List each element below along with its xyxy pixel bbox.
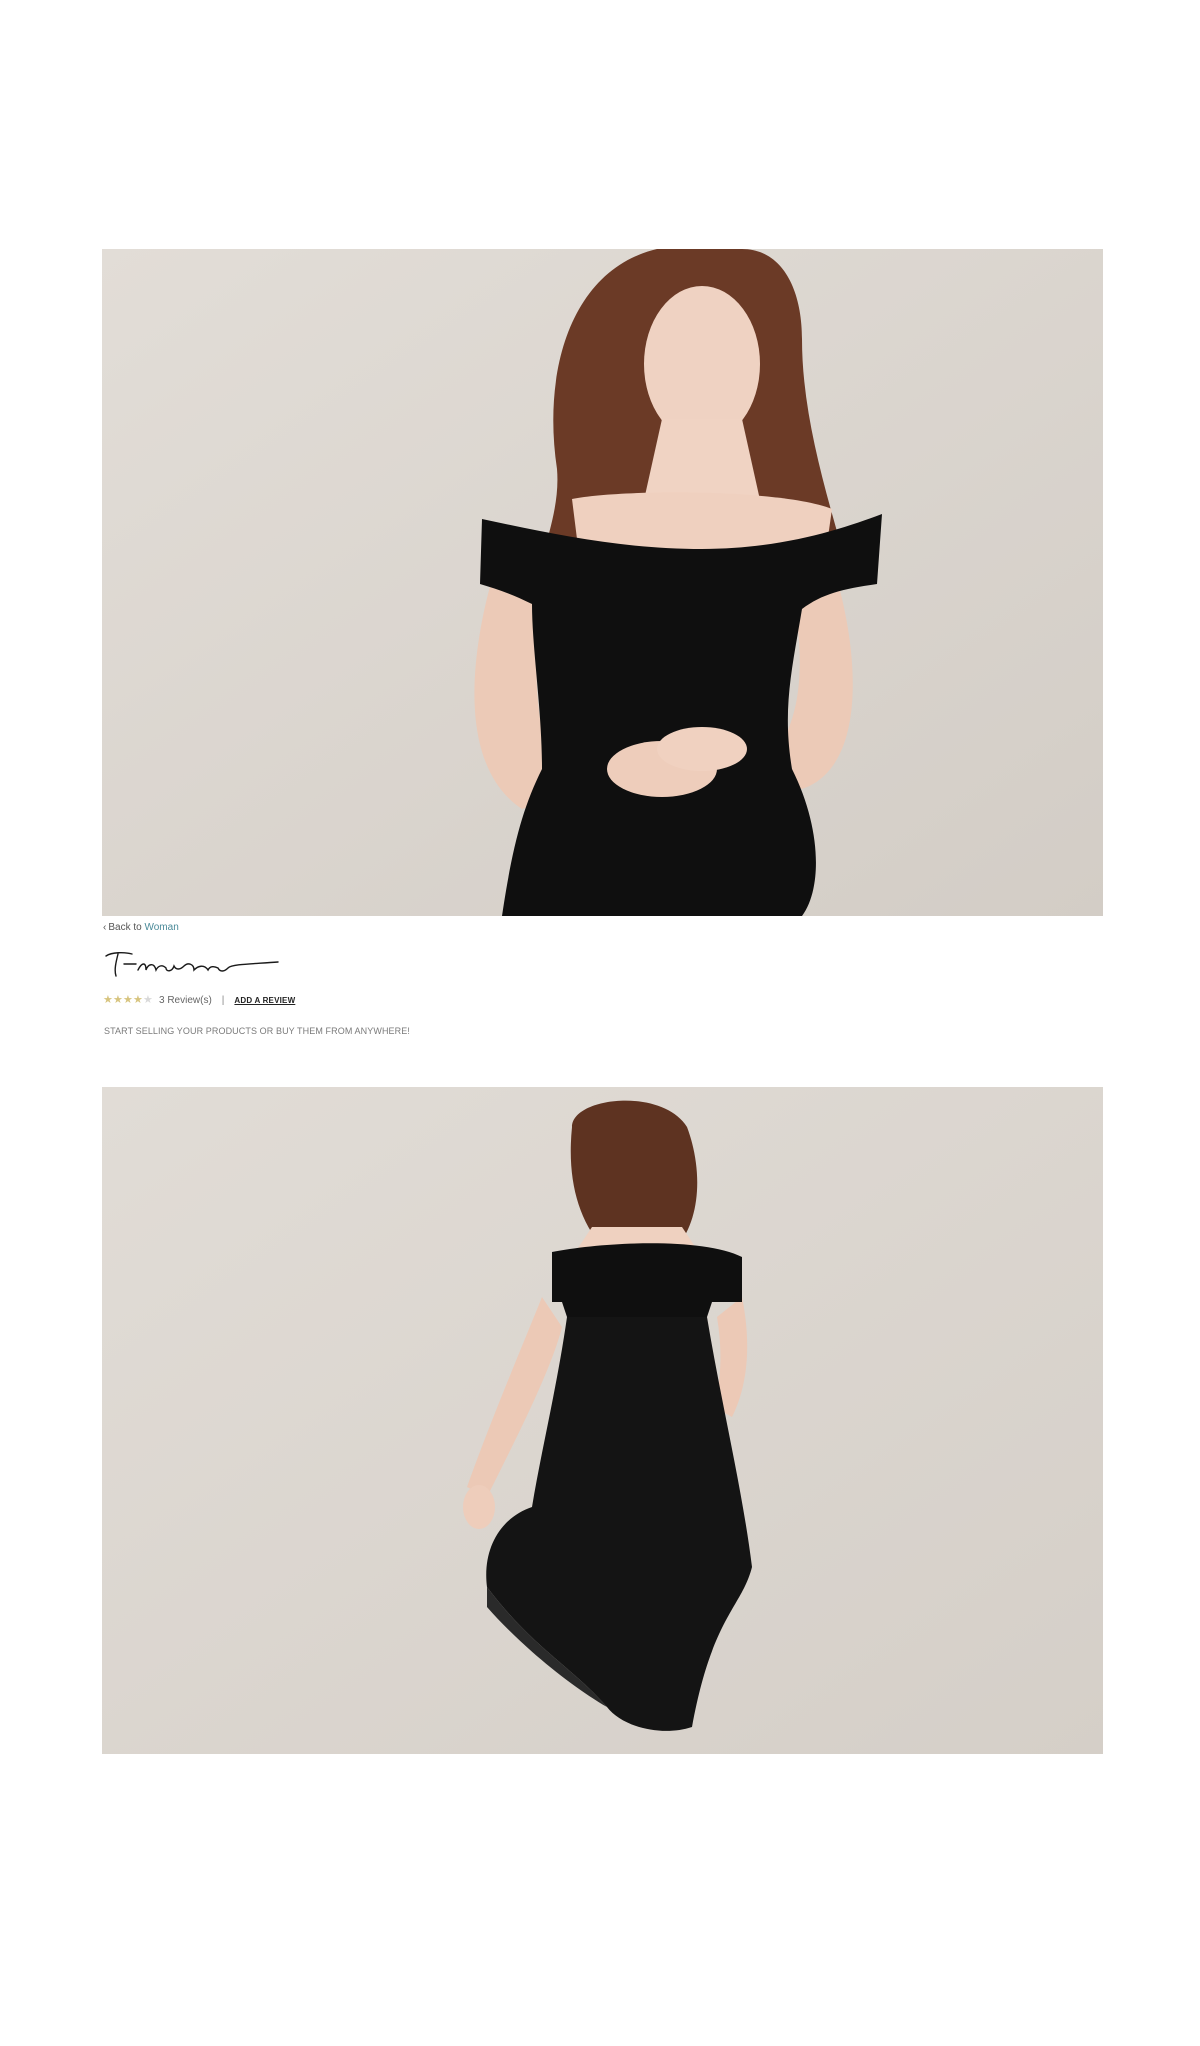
star-icon: ★ [113,994,123,1006]
separator: | [221,994,225,1006]
chevron-left-icon: ‹ [103,922,107,933]
star-icon: ★ [133,994,143,1006]
breadcrumb[interactable]: ‹ Back to Woman [103,922,179,933]
product-image-front[interactable] [102,249,1103,916]
review-count[interactable]: 3 Review(s) [159,995,212,1006]
breadcrumb-category-link[interactable]: Woman [144,922,178,933]
breadcrumb-prefix: Back to [108,922,142,933]
product-image-back[interactable] [102,1087,1103,1754]
star-icon: ★ [123,994,133,1006]
brand-logo [102,946,282,980]
star-empty-icon: ★ [143,994,153,1006]
rating-row: ★ ★ ★ ★ ★ 3 Review(s) | ADD A REVIEW [103,993,295,1007]
model-front-illustration [102,249,1103,916]
product-tagline: START SELLING YOUR PRODUCTS OR BUY THEM … [104,1026,410,1036]
star-rating: ★ ★ ★ ★ ★ [103,994,153,1006]
model-back-illustration [102,1087,1103,1754]
brand-logo-signature [105,951,279,977]
add-review-link[interactable]: ADD A REVIEW [234,996,295,1005]
star-icon: ★ [103,994,113,1006]
